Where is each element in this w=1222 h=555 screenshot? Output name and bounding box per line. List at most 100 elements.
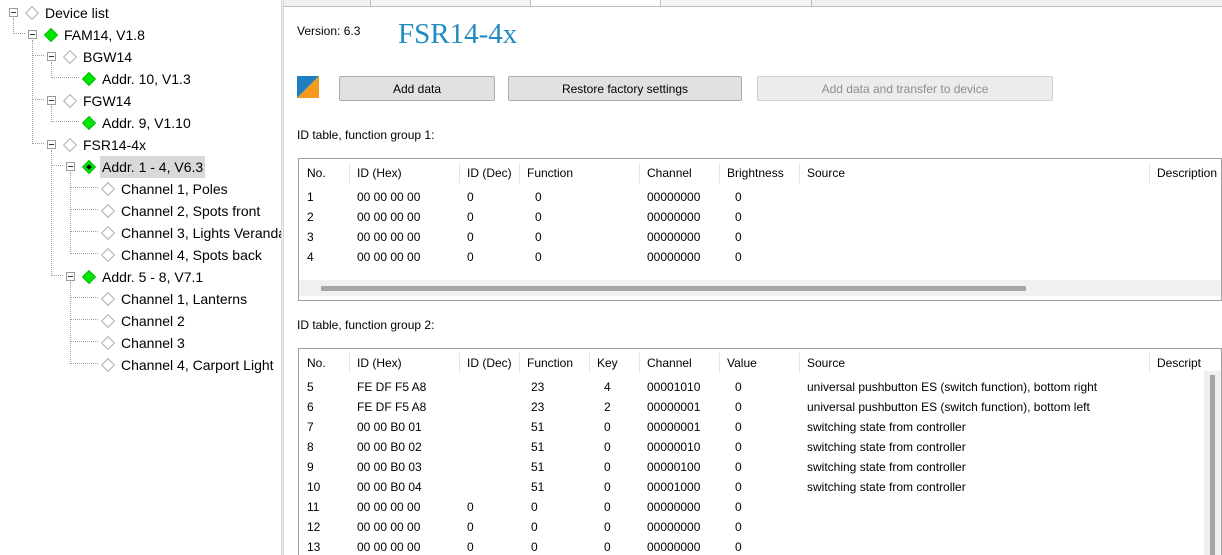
table-row[interactable]: 2 00 00 00 00 0 0 00000000 0 — [299, 207, 1221, 227]
table-row[interactable]: 5 FE DF F5 A8 23 4 00001010 0 universal pushbu… — [299, 377, 1221, 397]
column-divider[interactable] — [349, 353, 350, 373]
tree-node-label: Channel 2, Spots front — [121, 203, 261, 219]
column-header[interactable]: Function — [527, 353, 573, 373]
collapse-toggle[interactable] — [47, 96, 56, 105]
column-divider[interactable] — [799, 163, 800, 183]
column-header[interactable]: Channel — [647, 163, 692, 183]
table-row[interactable]: 8 00 00 B0 02 51 0 00000010 0 switching state … — [299, 437, 1221, 457]
column-header[interactable]: Value — [727, 353, 757, 373]
table-row[interactable]: 11 00 00 00 00 0 0 0 00000000 0 — [299, 497, 1221, 517]
table-row[interactable]: 4 00 00 00 00 0 0 00000000 0 — [299, 247, 1221, 267]
tab-right[interactable] — [660, 0, 812, 7]
table-row[interactable]: 12 00 00 00 00 0 0 0 00000000 0 — [299, 517, 1221, 537]
device-tree[interactable]: Device list FAM14, V1.8 BGW14 Addr. 10, … — [0, 0, 281, 555]
tree-node-label: FSR14-4x — [83, 137, 147, 153]
tree-node-label: BGW14 — [83, 49, 133, 65]
device-white-diamond-icon — [62, 137, 78, 153]
tree-line — [13, 33, 25, 34]
version-label: Version: 6.3 — [297, 24, 361, 38]
table-cell: 0 — [735, 190, 742, 204]
channel-diamond-icon — [100, 291, 116, 307]
table-cell: 0 — [604, 420, 611, 434]
table-cell: 0 — [535, 210, 542, 224]
column-header[interactable]: Source — [807, 163, 845, 183]
column-header[interactable]: ID (Hex) — [357, 353, 402, 373]
table-cell: 0 — [604, 460, 611, 474]
column-divider[interactable] — [719, 353, 720, 373]
table-row[interactable]: 6 FE DF F5 A8 23 2 00000001 0 universal pushbu… — [299, 397, 1221, 417]
group2-table[interactable]: No. ID (Hex) ID (Dec) Function Key Channel Val… — [298, 348, 1222, 555]
column-divider[interactable] — [1149, 353, 1150, 373]
column-header[interactable]: Function — [527, 163, 573, 183]
table-cell: switching state from controller — [807, 480, 966, 494]
column-header[interactable]: ID (Hex) — [357, 163, 402, 183]
table-cell: 13 — [307, 540, 321, 554]
column-divider[interactable] — [639, 163, 640, 183]
table-cell: 0 — [735, 500, 742, 514]
column-divider[interactable] — [799, 353, 800, 373]
group1-table[interactable]: No. ID (Hex) ID (Dec) Function Channel Bright… — [298, 158, 1222, 301]
column-divider[interactable] — [519, 163, 520, 183]
column-header[interactable]: Key — [597, 353, 618, 373]
column-header[interactable]: Descript — [1157, 353, 1201, 373]
table-cell: 0 — [531, 520, 538, 534]
column-header[interactable]: Source — [807, 353, 845, 373]
collapse-toggle[interactable] — [9, 8, 18, 17]
table-cell: 12 — [307, 520, 321, 534]
column-header[interactable]: ID (Dec) — [467, 163, 512, 183]
table-row[interactable]: 10 00 00 B0 04 51 0 00001000 0 switching state… — [299, 477, 1221, 497]
column-divider[interactable] — [519, 353, 520, 373]
tree-line — [70, 209, 98, 210]
column-header[interactable]: Brightness — [727, 163, 784, 183]
table-cell: 00000001 — [647, 420, 701, 434]
table-cell: 0 — [467, 540, 474, 554]
table-row[interactable]: 13 00 00 00 00 0 0 0 00000000 0 — [299, 537, 1221, 555]
tree-line — [70, 282, 71, 364]
table-row[interactable]: 1 00 00 00 00 0 0 00000000 0 — [299, 187, 1221, 207]
column-divider[interactable] — [1149, 163, 1150, 183]
horizontal-scrollbar[interactable] — [299, 280, 1221, 296]
table-row[interactable]: 9 00 00 B0 03 51 0 00000100 0 switching state … — [299, 457, 1221, 477]
tree-node-label: Device list — [45, 5, 109, 21]
column-divider[interactable] — [459, 353, 460, 373]
collapse-toggle[interactable] — [66, 272, 75, 281]
tab-active[interactable] — [530, 0, 662, 6]
column-header[interactable]: No. — [307, 353, 326, 373]
scrollbar-thumb[interactable] — [321, 286, 1026, 291]
column-header[interactable]: ID (Dec) — [467, 353, 512, 373]
table-cell: 0 — [604, 500, 611, 514]
tab-left[interactable] — [370, 0, 532, 7]
column-divider[interactable] — [459, 163, 460, 183]
table-cell: 0 — [467, 210, 474, 224]
table-cell: FE DF F5 A8 — [357, 380, 427, 394]
table-cell: 0 — [467, 230, 474, 244]
table-cell: 51 — [531, 480, 545, 494]
table-cell: 00000000 — [647, 230, 701, 244]
table-cell: 0 — [735, 210, 742, 224]
column-divider[interactable] — [349, 163, 350, 183]
tree-line — [13, 18, 14, 34]
device-online-icon — [43, 27, 59, 43]
column-divider[interactable] — [589, 353, 590, 373]
table-row[interactable]: 3 00 00 00 00 0 0 00000000 0 — [299, 227, 1221, 247]
table-cell: 2 — [307, 210, 314, 224]
tree-node-label: Channel 4, Carport Light — [121, 357, 274, 373]
collapse-toggle[interactable] — [47, 52, 56, 61]
group1-label: ID table, function group 1: — [297, 128, 435, 142]
collapse-toggle[interactable] — [28, 30, 37, 39]
table-row[interactable]: 7 00 00 B0 01 51 0 00000001 0 switching state … — [299, 417, 1221, 437]
column-header[interactable]: Description — [1157, 163, 1217, 183]
tree-line — [32, 55, 44, 56]
column-header[interactable]: Channel — [647, 353, 692, 373]
column-header[interactable]: No. — [307, 163, 326, 183]
restore-factory-settings-button[interactable]: Restore factory settings — [508, 76, 742, 101]
add-data-button[interactable]: Add data — [339, 76, 495, 101]
group2-label: ID table, function group 2: — [297, 318, 435, 332]
collapse-toggle[interactable] — [47, 140, 56, 149]
table-cell: 0 — [467, 250, 474, 264]
tree-line — [70, 231, 98, 232]
column-divider[interactable] — [639, 353, 640, 373]
table-cell: 0 — [604, 480, 611, 494]
column-divider[interactable] — [719, 163, 720, 183]
collapse-toggle[interactable] — [66, 162, 75, 171]
